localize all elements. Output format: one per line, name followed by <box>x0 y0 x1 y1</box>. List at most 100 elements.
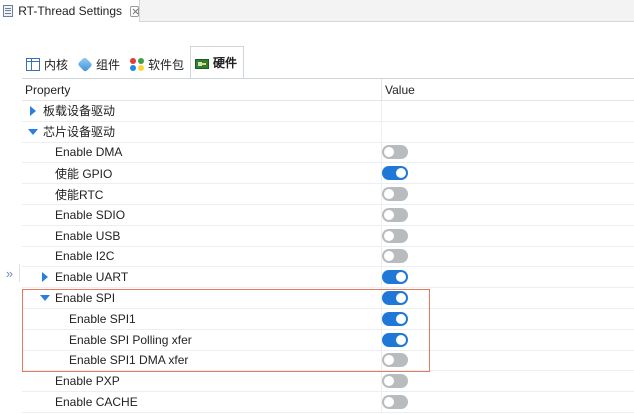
property-label: Enable SPI1 <box>69 311 136 326</box>
property-label: Enable PXP <box>55 374 120 389</box>
property-label: Enable DMA <box>55 145 123 160</box>
settings-category-tabs: 内核 组件 软件包 硬件 <box>22 46 634 78</box>
toggle-switch[interactable] <box>382 207 408 222</box>
property-cell: Enable I2C <box>22 246 382 267</box>
toggle-switch[interactable] <box>382 374 408 389</box>
value-cell <box>382 309 634 329</box>
toggle-switch[interactable] <box>382 187 408 202</box>
value-cell <box>382 392 634 412</box>
tab-packages[interactable]: 软件包 <box>126 50 190 78</box>
toggle-switch[interactable] <box>382 228 408 243</box>
table-row[interactable]: Enable PXP <box>22 371 634 393</box>
table-icon <box>26 57 40 71</box>
table-row[interactable]: Enable USB <box>22 225 634 247</box>
property-cell: Enable USB <box>22 225 382 246</box>
value-cell <box>382 330 634 350</box>
property-label: Enable SPI <box>55 291 116 306</box>
table-row[interactable]: Enable SDIO <box>22 204 634 226</box>
value-cell <box>382 122 634 142</box>
value-cell <box>382 371 634 391</box>
property-label: 使能 GPIO <box>55 166 113 181</box>
value-cell <box>382 267 634 287</box>
value-cell <box>382 101 634 121</box>
editor-tab-rt-thread-settings[interactable]: RT-Thread Settings <box>0 0 140 22</box>
table-header: Property Value <box>22 79 634 101</box>
header-property[interactable]: Property <box>22 79 382 101</box>
toggle-switch[interactable] <box>382 353 408 368</box>
editor-tab-bar: RT-Thread Settings <box>0 0 634 22</box>
property-cell: Enable SPI1 <box>22 308 382 329</box>
table-row[interactable]: 芯片设备驱动 <box>22 121 634 143</box>
property-label: Enable UART <box>55 270 129 285</box>
property-cell: Enable PXP <box>22 371 382 392</box>
value-cell <box>382 205 634 225</box>
property-label: 芯片设备驱动 <box>43 125 116 140</box>
toggle-switch[interactable] <box>382 166 408 181</box>
toggle-switch[interactable] <box>382 249 408 264</box>
table-row[interactable]: Enable I2C <box>22 246 634 268</box>
toggle-switch[interactable] <box>382 332 408 347</box>
toggle-switch[interactable] <box>382 395 408 410</box>
collapsed-triangle-icon[interactable] <box>40 272 50 283</box>
tab-components-label: 组件 <box>96 57 121 72</box>
tab-hardware-label: 硬件 <box>213 56 238 70</box>
property-cell: 芯片设备驱动 <box>22 121 382 142</box>
table-row[interactable]: 板载设备驱动 <box>22 101 634 122</box>
table-row[interactable]: 使能 GPIO <box>22 163 634 185</box>
property-cell: 使能 GPIO <box>22 163 382 184</box>
property-cell: Enable DMA <box>22 142 382 163</box>
property-label: Enable USB <box>55 228 121 243</box>
toggle-switch[interactable] <box>382 311 408 326</box>
property-cell: Enable SPI Polling xfer <box>22 329 382 350</box>
property-label: Enable CACHE <box>55 395 138 410</box>
property-cell: Enable SPI <box>22 288 382 308</box>
table-row[interactable]: Enable SPI1 DMA xfer <box>22 350 634 372</box>
package-icon <box>130 57 145 71</box>
property-cell: Enable SDIO <box>22 204 382 225</box>
property-label: 使能RTC <box>55 187 104 202</box>
board-icon <box>195 58 210 69</box>
settings-file-icon <box>3 5 14 17</box>
table-body: 板载设备驱动 芯片设备驱动 Enable DMA 使能 GPIO 使能RTC Enable… <box>22 101 634 413</box>
table-row[interactable]: Enable SPI <box>22 288 634 309</box>
value-cell <box>382 351 634 371</box>
tab-kernel[interactable]: 内核 <box>22 50 74 78</box>
editor-tab-title: RT-Thread Settings <box>18 4 123 18</box>
tab-kernel-label: 内核 <box>44 57 69 72</box>
value-cell <box>382 288 634 308</box>
close-icon[interactable] <box>130 5 139 17</box>
value-cell <box>382 226 634 246</box>
table-row[interactable]: Enable DMA <box>22 142 634 164</box>
value-cell <box>382 247 634 267</box>
value-cell <box>382 184 634 204</box>
toggle-switch[interactable] <box>382 270 408 285</box>
property-label: Enable SPI Polling xfer <box>69 332 192 347</box>
property-cell: Enable CACHE <box>22 392 382 412</box>
expand-panel-chevron-icon[interactable]: » <box>0 264 20 282</box>
property-cell: Enable SPI1 DMA xfer <box>22 350 382 371</box>
property-cell: Enable UART <box>22 267 382 288</box>
table-row[interactable]: 使能RTC <box>22 184 634 205</box>
tab-hardware[interactable]: 硬件 <box>190 46 245 78</box>
header-value[interactable]: Value <box>382 79 634 101</box>
table-row[interactable]: Enable UART <box>22 267 634 289</box>
collapsed-triangle-icon[interactable] <box>28 105 38 116</box>
toggle-switch[interactable] <box>382 145 408 160</box>
property-label: Enable SDIO <box>55 207 126 222</box>
value-cell <box>382 143 634 163</box>
table-row[interactable]: Enable SPI Polling xfer <box>22 329 634 351</box>
tab-components[interactable]: 组件 <box>74 50 126 78</box>
property-cell: 板载设备驱动 <box>22 101 382 121</box>
property-label: 板载设备驱动 <box>43 104 116 119</box>
expanded-triangle-icon[interactable] <box>40 293 50 303</box>
tab-packages-label: 软件包 <box>148 57 185 72</box>
toggle-switch[interactable] <box>382 291 408 306</box>
table-row[interactable]: Enable CACHE <box>22 392 634 413</box>
property-cell: 使能RTC <box>22 184 382 204</box>
table-row[interactable]: Enable SPI1 <box>22 308 634 330</box>
property-label: Enable SPI1 DMA xfer <box>69 353 189 368</box>
cube-icon <box>77 56 93 72</box>
property-label: Enable I2C <box>55 249 115 264</box>
value-cell <box>382 163 634 183</box>
expanded-triangle-icon[interactable] <box>28 127 38 137</box>
